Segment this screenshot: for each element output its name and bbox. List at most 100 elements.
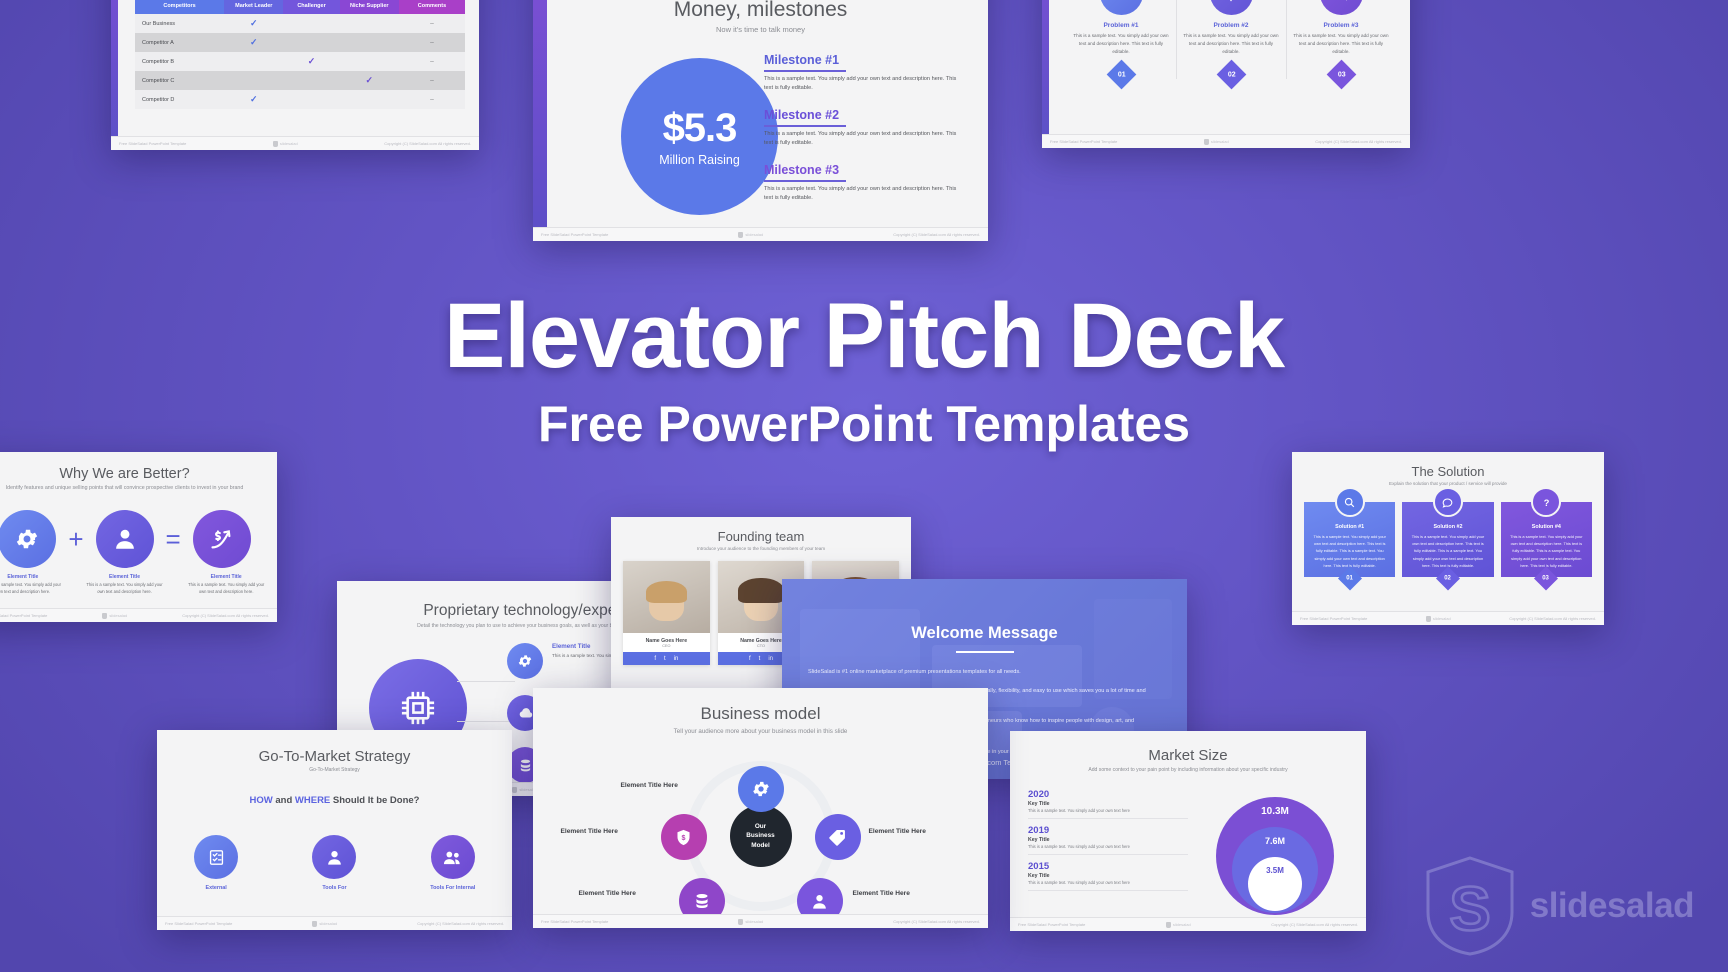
facebook-icon[interactable]: f bbox=[749, 656, 751, 662]
footer-right: Copyright (C) SlideSalad.com All rights … bbox=[1315, 139, 1402, 144]
svg-text:$: $ bbox=[682, 834, 686, 842]
milestone-body: This is a sample text. You simply add yo… bbox=[764, 185, 957, 202]
linkedin-icon[interactable]: in bbox=[768, 656, 773, 662]
slide-title: Market Size bbox=[1148, 747, 1228, 764]
column-header-market-leader: Market Leader bbox=[224, 0, 284, 14]
slide-title: Founding team bbox=[717, 529, 805, 544]
list-item: ? Solution #4 This is a sample text. You… bbox=[1500, 487, 1592, 591]
facebook-icon[interactable]: f bbox=[654, 656, 656, 662]
strategy-question: HOW and WHERE Should It be Done? bbox=[157, 795, 512, 806]
footer-left: Free SlideSalad PowerPoint Template bbox=[119, 141, 187, 146]
element-body: This is a sample text. You simply add yo… bbox=[0, 582, 61, 594]
year-value: 2015 bbox=[1028, 861, 1050, 872]
footer-left: Free SlideSalad PowerPoint Template bbox=[1050, 139, 1118, 144]
slide-footer: Free SlideSalad PowerPoint Template slid… bbox=[111, 136, 479, 150]
twitter-icon[interactable]: t bbox=[759, 656, 761, 662]
table-row: Competitor B ✓ -- bbox=[135, 52, 465, 71]
year-key-title: Key Title bbox=[1028, 801, 1050, 807]
slide-go-to-market-strategy: Go-To-Market Strategy Go-To-Market Strat… bbox=[157, 730, 512, 930]
cell-competitor-name: Competitor A bbox=[135, 33, 225, 52]
milestone-body: This is a sample text. You simply add yo… bbox=[764, 75, 957, 92]
strategy-label: External bbox=[205, 885, 227, 891]
slide-footer: Free SlideSalad PowerPoint Template slid… bbox=[1010, 917, 1366, 931]
slidesalad-shield-logo-icon: S bbox=[1426, 856, 1514, 956]
raising-label: Million Raising bbox=[659, 153, 740, 167]
paragraph: SlideSalad is #1 online marketplace of p… bbox=[808, 669, 1021, 675]
problem-number-badge: 03 bbox=[1326, 59, 1356, 90]
slide-subtitle: Introduce your audience to the founding … bbox=[696, 546, 826, 551]
cell-niche bbox=[339, 90, 399, 109]
milestone-underline bbox=[764, 124, 846, 127]
year-key-title: Key Title bbox=[1028, 837, 1050, 843]
list-item: Element Title This is a sample text. You… bbox=[175, 574, 277, 596]
slide-money-milestones: Money, milestones Now it's time to talk … bbox=[533, 0, 988, 241]
element-title: Element Title bbox=[7, 574, 39, 580]
slidesalad-logo-icon bbox=[102, 612, 108, 619]
cell-niche: ✓ bbox=[339, 71, 399, 90]
raising-value: $5.3 bbox=[662, 106, 738, 150]
footer-left: Free SlideSalad PowerPoint Template bbox=[1300, 616, 1368, 621]
footer-right: Copyright (C) SlideSalad.com All rights … bbox=[893, 919, 980, 924]
cell-market-leader bbox=[224, 52, 284, 71]
milestone-underline bbox=[764, 69, 846, 72]
list-item: Milestone #1 This is a sample text. You … bbox=[764, 53, 964, 94]
cell-challenger: ✓ bbox=[283, 52, 340, 71]
table-row: Competitor A ✓ -- bbox=[135, 33, 465, 52]
raising-amount-circle: $5.3 Million Raising bbox=[621, 58, 778, 215]
footer-right: Copyright (C) SlideSalad.com All rights … bbox=[1271, 922, 1358, 927]
market-year-list: 2020 Key Title This is a sample text. Yo… bbox=[1028, 789, 1188, 897]
cell-comment: -- bbox=[398, 90, 465, 109]
slide-title: Why We are Better? bbox=[59, 466, 190, 482]
users-icon bbox=[430, 835, 475, 879]
list-item: 2015 Key Title This is a sample text. Yo… bbox=[1028, 861, 1188, 891]
year-description: This is a sample text. You simply add yo… bbox=[1028, 808, 1130, 813]
twitter-icon[interactable]: t bbox=[664, 656, 666, 662]
member-photo bbox=[623, 561, 710, 633]
hero-text-block: Elevator Pitch Deck Free PowerPoint Temp… bbox=[0, 288, 1728, 453]
footer-logo: slidesalad bbox=[312, 920, 337, 927]
member-name: Name Goes Here bbox=[645, 638, 688, 644]
year-key-title: Key Title bbox=[1028, 873, 1050, 879]
gear-icon bbox=[507, 643, 543, 679]
year-value: 2020 bbox=[1028, 789, 1050, 800]
chat-icon bbox=[1432, 487, 1463, 517]
linkedin-icon[interactable]: in bbox=[674, 656, 679, 662]
problem-title: Problem #3 bbox=[1323, 22, 1359, 29]
footer-left: Free SlideSalad PowerPoint Template bbox=[541, 919, 609, 924]
cell-niche bbox=[339, 14, 399, 33]
slide-market-size: Market Size Add some context to your pai… bbox=[1010, 731, 1366, 931]
list-item: Solution #1 This is a sample text. You s… bbox=[1304, 487, 1396, 591]
footer-right: Copyright (C) SlideSalad.com All rights … bbox=[384, 141, 471, 146]
list-item: Element Title This is a sample text. You… bbox=[0, 574, 74, 596]
question-highlight-how: HOW bbox=[249, 795, 273, 806]
member-socials[interactable]: f t in bbox=[623, 652, 710, 665]
problem-number-badge: 02 bbox=[1216, 59, 1246, 90]
solution-title: Solution #2 bbox=[1433, 524, 1463, 530]
problem-number-badge: 01 bbox=[1106, 59, 1136, 90]
table-row: Competitor D ✓ -- bbox=[135, 90, 465, 109]
problem-body: This is a sample text. You simply add yo… bbox=[1183, 33, 1279, 55]
solution-card-list: Solution #1 This is a sample text. You s… bbox=[1304, 487, 1592, 591]
footer-logo: slidesalad bbox=[738, 918, 763, 925]
element-title: Element Title bbox=[210, 574, 242, 580]
node-label: Element Title Here bbox=[578, 890, 636, 897]
slide-title: Go-To-Market Strategy bbox=[258, 748, 411, 765]
gear-icon bbox=[1209, 0, 1253, 15]
slide-footer: Free SlideSalad PowerPoint Template slid… bbox=[157, 916, 512, 930]
cell-market-leader: ✓ bbox=[224, 33, 284, 52]
problem-body: This is a sample text. You simply add yo… bbox=[1293, 33, 1389, 55]
list-item: Problem #2 This is a sample text. You si… bbox=[1176, 0, 1286, 90]
business-model-diagram: Our Business Model Element Title Here El… bbox=[533, 750, 988, 925]
cell-competitor-name: Competitor C bbox=[135, 71, 225, 90]
footer-logo: slidesalad bbox=[102, 612, 127, 619]
table-row: Our Business ✓ -- bbox=[135, 14, 465, 33]
footer-right: Copyright (C) SlideSalad.com All rights … bbox=[417, 921, 504, 926]
checklist-icon bbox=[194, 835, 239, 879]
table-row: Competitor C ✓ -- bbox=[135, 71, 465, 90]
cell-niche bbox=[339, 33, 399, 52]
list-item: Problem #3 This is a sample text. You si… bbox=[1286, 0, 1396, 90]
cell-niche bbox=[339, 52, 399, 71]
slidesalad-logo-icon bbox=[1203, 138, 1209, 145]
slide-business-model: Business model Tell your audience more a… bbox=[533, 688, 988, 928]
milestone-body: This is a sample text. You simply add yo… bbox=[764, 130, 957, 147]
